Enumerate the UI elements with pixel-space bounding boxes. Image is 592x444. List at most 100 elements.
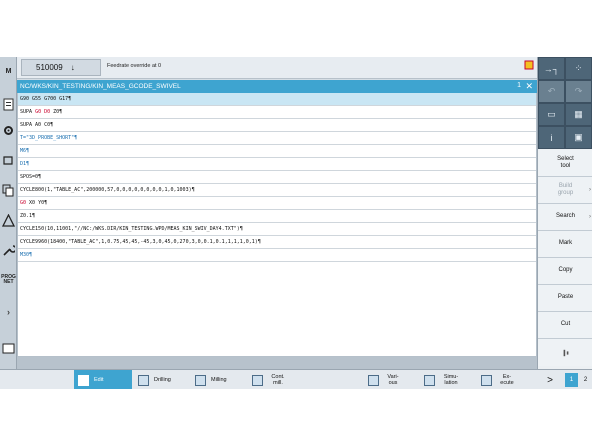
window-number: 1 (517, 82, 521, 89)
copy-button[interactable]: Copy (538, 258, 592, 285)
various-tab[interactable]: Vari- ous (364, 370, 416, 389)
code-line[interactable]: T="3D_PROBE_SHORT"¶ (18, 132, 536, 145)
copy-pages-icon[interactable] (0, 180, 17, 200)
machine-area-button[interactable]: M (0, 61, 17, 81)
code-line[interactable]: G90 G55 G700 G17¶ (18, 93, 536, 106)
program-number-box[interactable]: 510009 ↓ (21, 59, 101, 76)
mill-icon (195, 374, 206, 386)
simulation-label: Simu- lation (443, 373, 459, 386)
code-line[interactable]: M6¶ (18, 145, 536, 158)
contour-milling-label: Cont. mill. (271, 373, 285, 386)
expand-icon[interactable]: ⁘ (565, 57, 592, 80)
execute-tab[interactable]: Ex- ecute (477, 370, 532, 389)
editor-footer (17, 357, 537, 369)
code-rest: X0 Y0¶ (26, 200, 48, 206)
code-line[interactable]: CYCLE150(10,11001,"//NC:/WKS.DIR/KIN_TES… (18, 223, 536, 236)
select-tool-button[interactable]: Select tool (538, 150, 592, 177)
code-line[interactable]: CYCLE9960(18400,"TABLE_AC",1,0.75,45,45,… (18, 236, 536, 249)
window-glyph: ▭ (547, 109, 556, 119)
right-softkey-column: →┐ ⁘ ↶ ↷ ▭ ▦ i ▣ Select tool Build group… (537, 57, 592, 389)
tool-list-icon[interactable] (0, 150, 17, 170)
editor-title-bar: NC/WKS/KIN_TESTING/KIN_MEAS_GCODE_SWIVEL… (17, 80, 537, 93)
drilling-label: Drilling (154, 376, 171, 383)
bottom-softkey-bar: Edit Drilling Milling Cont. mill. Vari- … (0, 369, 592, 389)
more-softkeys-arrow[interactable]: > (543, 370, 557, 389)
copy-label: Copy (558, 267, 573, 274)
build-group-button[interactable]: Build group › (538, 177, 592, 204)
code-line[interactable]: M30¶ (18, 249, 536, 262)
cut-label: Cut (560, 321, 571, 328)
mark-label: Mark (558, 240, 573, 247)
page-2-button[interactable]: 2 (579, 373, 592, 387)
page-2-label: 2 (583, 377, 588, 383)
machine-label: M (5, 67, 12, 75)
grid-glyph: ▦ (574, 109, 583, 119)
hmi-screen: M PROG NET › 510009 ↓ Feedrate override … (0, 57, 592, 389)
program-path: NC/WKS/KIN_TESTING/KIN_MEAS_GCODE_SWIVEL (20, 83, 181, 90)
mark-button[interactable]: Mark (538, 231, 592, 258)
panel-icon[interactable] (0, 338, 17, 358)
gear-icon[interactable] (0, 120, 17, 140)
close-icon[interactable]: ✕ (525, 81, 533, 92)
more-arrow-glyph: > (547, 374, 553, 386)
various-icon (368, 374, 379, 386)
wrench-icon[interactable] (0, 240, 17, 260)
code-line[interactable]: SUPA G0 D0 Z0¶ (18, 106, 536, 119)
search-label: Search (555, 213, 575, 220)
code-rest: Z0¶ (50, 109, 63, 115)
undo-icon[interactable]: ↶ (538, 80, 565, 103)
status-message: Feedrate override at 0 (107, 63, 162, 69)
redo-icon[interactable]: ↷ (565, 80, 592, 103)
contour-milling-tab[interactable]: Cont. mill. (248, 370, 303, 389)
code-line[interactable]: CYCLE800(1,"TABLE_AC",200000,57,0,0,0,0,… (18, 184, 536, 197)
program-arrow-icon: ↓ (70, 63, 75, 72)
paste-label: Paste (557, 294, 574, 301)
renumber-button[interactable] (538, 339, 592, 366)
execute-label: Ex- ecute (500, 373, 514, 386)
expand-arrow-icon[interactable]: › (0, 302, 17, 322)
code-line[interactable]: D1¶ (18, 158, 536, 171)
expand-arrow-glyph: › (7, 307, 10, 317)
prog-net-label: PROG NET (1, 274, 16, 285)
code-line[interactable]: SUPA A0 C0¶ (18, 119, 536, 132)
simulation-icon (424, 374, 435, 386)
warning-triangle-icon[interactable] (0, 210, 17, 230)
drilling-tab[interactable]: Drilling (134, 370, 189, 389)
milling-tab[interactable]: Milling (191, 370, 246, 389)
grid-icon[interactable]: ▦ (565, 103, 592, 126)
contour-mill-icon (252, 374, 263, 386)
page-1-button[interactable]: 1 (565, 373, 578, 387)
exit-glyph: →┐ (543, 63, 560, 74)
various-label: Vari- ous (387, 373, 399, 386)
screenshot-icon[interactable]: ▣ (565, 126, 592, 149)
simulation-tab[interactable]: Simu- lation (420, 370, 475, 389)
prog-net-button[interactable]: PROG NET (0, 270, 17, 290)
program-editor[interactable]: G90 G55 G700 G17¶ SUPA G0 D0 Z0¶ SUPA A0… (17, 93, 537, 357)
cut-button[interactable]: Cut (538, 312, 592, 339)
select-tool-label: Select tool (557, 155, 574, 169)
redo-glyph: ↷ (574, 86, 583, 96)
chevron-right-icon: › (589, 187, 591, 193)
code-kw: SUPA (20, 109, 36, 115)
status-header: 510009 ↓ Feedrate override at 0 (17, 57, 537, 79)
code-line[interactable]: SPOS=0¶ (18, 171, 536, 184)
window-icon[interactable]: ▭ (538, 103, 565, 126)
renumber-icon (563, 349, 568, 356)
search-button[interactable]: Search › (538, 204, 592, 231)
info-icon[interactable]: i (538, 126, 565, 149)
program-number: 510009 (36, 63, 63, 72)
code-line[interactable]: G0 X0 Y0¶ (18, 197, 536, 210)
paste-button[interactable]: Paste (538, 285, 592, 312)
edit-icon (78, 374, 89, 386)
expand-glyph: ⁘ (574, 63, 583, 73)
edit-tab[interactable]: Edit (74, 370, 132, 389)
alarm-icon[interactable] (524, 60, 534, 70)
exit-icon[interactable]: →┐ (538, 57, 565, 80)
build-group-label: Build group (557, 182, 574, 196)
program-icon[interactable] (0, 94, 17, 114)
code-line[interactable]: Z0.1¶ (18, 210, 536, 223)
chevron-right-icon: › (589, 214, 591, 220)
milling-label: Milling (211, 376, 227, 383)
code-red: G0 D0 (35, 109, 51, 115)
drill-icon (138, 374, 149, 386)
